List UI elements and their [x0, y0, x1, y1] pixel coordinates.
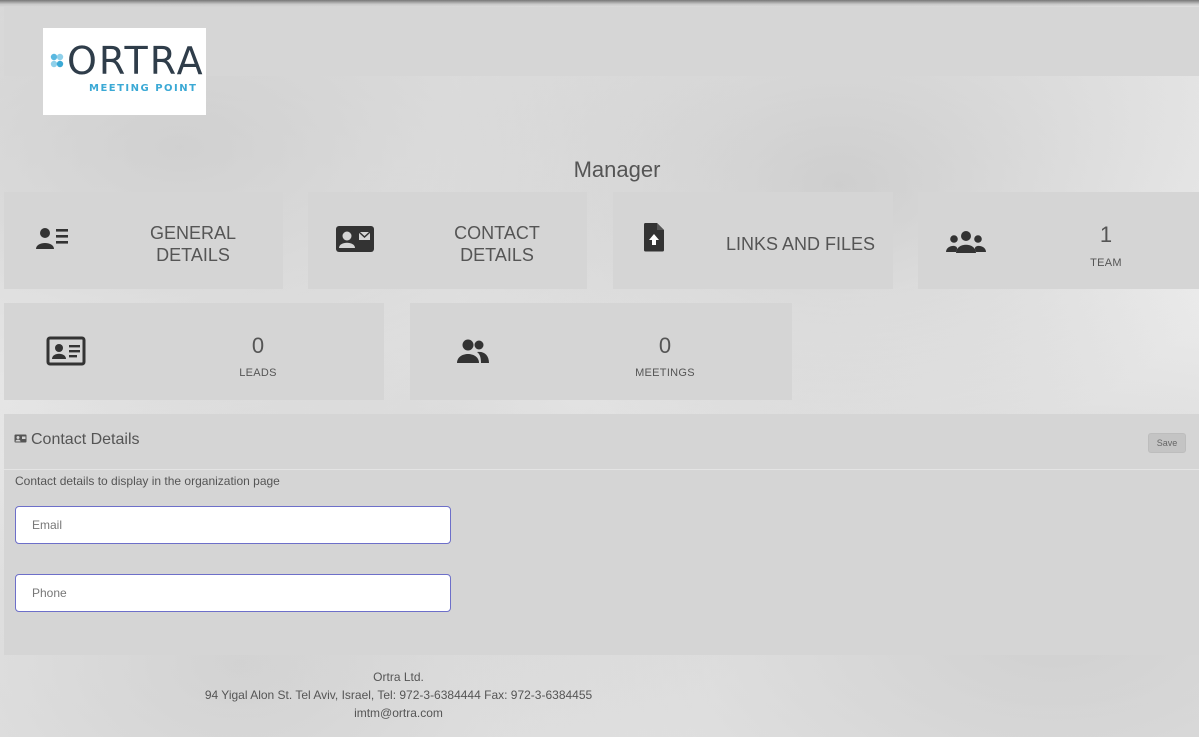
team-icon	[946, 231, 986, 253]
general-details-card[interactable]: GENERAL DETAILS	[4, 192, 283, 289]
footer-email[interactable]: imtm@ortra.com	[0, 704, 797, 722]
footer-address: 94 Yigal Alon St. Tel Aviv, Israel, Tel:…	[204, 688, 593, 702]
footer-company: Ortra Ltd.	[373, 670, 424, 684]
user-list-icon	[36, 228, 68, 249]
team-card[interactable]: 1 TEAM	[918, 192, 1199, 289]
contact-details-line1: CONTACT	[454, 223, 540, 243]
top-shadow	[0, 0, 1199, 7]
footer: Ortra Ltd. 94 Yigal Alon St. Tel Aviv, I…	[0, 668, 797, 722]
contact-details-card[interactable]: CONTACT DETAILS	[308, 192, 587, 289]
contact-details-line2: DETAILS	[460, 245, 534, 265]
file-upload-icon	[643, 223, 664, 252]
users-icon	[457, 339, 489, 363]
meetings-count: 0	[658, 333, 672, 358]
contact-details-panel: Contact Details Save Contact details to …	[4, 414, 1199, 655]
logo-wordmark: ORTRA	[67, 42, 205, 80]
meetings-label: MEETINGS	[635, 367, 695, 379]
team-label: TEAM	[1090, 257, 1122, 269]
panel-header: Contact Details Save	[4, 414, 1199, 470]
id-card-icon	[46, 336, 86, 366]
general-details-line1: GENERAL	[149, 223, 237, 243]
contact-card-icon	[336, 226, 374, 252]
general-details-label: GENERAL DETAILS	[108, 222, 278, 266]
page-title: Manager	[573, 157, 661, 182]
contact-card-icon	[14, 434, 27, 443]
links-and-files-label: LINKS AND FILES	[725, 234, 876, 254]
panel-title: Contact Details	[31, 431, 140, 448]
panel-description: Contact details to display in the organi…	[15, 474, 280, 488]
meetings-card[interactable]: 0 MEETINGS	[410, 303, 792, 400]
logo-tagline: MEETING POINT	[89, 83, 198, 94]
team-count: 1	[1099, 222, 1113, 247]
contact-details-label: CONTACT DETAILS	[412, 222, 582, 266]
links-and-files-card[interactable]: LINKS AND FILES	[613, 192, 893, 289]
leads-label: LEADS	[239, 367, 277, 379]
save-button[interactable]: Save	[1148, 433, 1186, 453]
leads-count: 0	[251, 333, 265, 358]
logo-mark-icon	[50, 53, 64, 68]
email-field[interactable]	[15, 506, 451, 544]
ortra-logo[interactable]: ORTRA MEETING POINT	[43, 28, 206, 115]
general-details-line2: DETAILS	[156, 245, 230, 265]
phone-field[interactable]	[15, 574, 451, 612]
leads-card[interactable]: 0 LEADS	[4, 303, 384, 400]
